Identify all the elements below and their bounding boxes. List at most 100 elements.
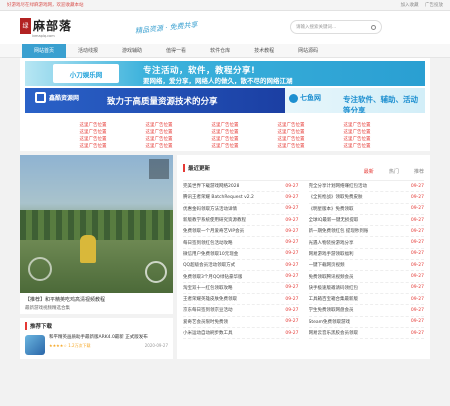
site-logo[interactable]: 绿 麻部落 lvmaplq.com: [20, 17, 80, 38]
ad-slot[interactable]: 这里广告位置: [324, 136, 390, 142]
list-item[interactable]: 工具箱百宝箱合集最新版 09-27: [308, 294, 424, 306]
news-item-title[interactable]: 网易游戏手游领取福利: [309, 251, 354, 257]
banner-qiyu[interactable]: 七鱼网 专注软件、辅助、活动等分享: [285, 88, 425, 113]
news-item-title[interactable]: 微信用户免费领取10元现金: [183, 251, 238, 257]
news-item-title[interactable]: 一键下载网页视频: [309, 262, 345, 268]
ad-slot[interactable]: 这里广告位置: [258, 122, 324, 128]
news-item-title[interactable]: 爱奇艺会员限时免费领: [183, 319, 228, 325]
search-icon[interactable]: [371, 24, 376, 30]
list-item[interactable]: 全球IQ最新一键无损提取 09-27: [308, 215, 424, 227]
ad-slot[interactable]: 这里广告位置: [192, 143, 258, 149]
news-item-title[interactable]: 京东每日签到领京豆活动: [183, 307, 233, 313]
list-item[interactable]: 京东每日签到领京豆活动 09-27: [183, 305, 299, 317]
news-item-title[interactable]: 新一期免费领红包 提现秒到账: [309, 228, 369, 234]
list-item[interactable]: Steam免费领取游戏 09-27: [308, 317, 424, 328]
list-item[interactable]: 新版教学系统使用研究资源教程 09-27: [183, 215, 299, 227]
ad-slot[interactable]: 这里广告位置: [192, 136, 258, 142]
game-video[interactable]: [20, 155, 173, 293]
tab-latest[interactable]: 最新: [364, 169, 374, 175]
news-item-title[interactable]: 淘宝双十一红包领取攻略: [183, 285, 233, 291]
news-item-title[interactable]: 快手极速版邀请码领红包: [309, 285, 359, 291]
video-caption[interactable]: 【推荐】和平精英吃鸡高清视频教程: [25, 296, 168, 303]
ad-slot[interactable]: 这里广告位置: [126, 122, 192, 128]
search-input[interactable]: 请输入搜索关键词...: [290, 20, 382, 34]
news-item-title[interactable]: 免费领取3个月QQ绿钻豪华版: [183, 274, 242, 280]
ad-slot[interactable]: 这里广告位置: [126, 143, 192, 149]
list-item[interactable]: 爱奇艺会员限时免费领 09-27: [183, 317, 299, 328]
ad-slot[interactable]: 这里广告位置: [192, 129, 258, 135]
list-item[interactable]: 免费领取腾讯视频会员 09-27: [308, 271, 424, 283]
ad-link[interactable]: 广告投放: [425, 3, 443, 8]
news-item-title[interactable]: 王者荣耀英雄皮肤免费领取: [183, 296, 237, 302]
banner-xinku[interactable]: 鑫酷资源网 致力于高质量资源技术的分享: [25, 88, 285, 113]
news-item-title[interactable]: QQ超级会员活动领取方式: [183, 262, 235, 268]
list-item[interactable]: 光遇人物装扮游戏分享 09-27: [308, 237, 424, 249]
news-item-title[interactable]: 光遇人物装扮游戏分享: [309, 240, 354, 246]
ad-slot[interactable]: 这里广告位置: [60, 136, 126, 142]
ad-slot[interactable]: 这里广告位置: [126, 136, 192, 142]
news-item-title[interactable]: 小米运动自动刷步数工具: [183, 330, 233, 336]
ad-slot[interactable]: 这里广告位置: [60, 143, 126, 149]
news-item-title[interactable]: 学生免费领取网盘会员: [309, 307, 354, 313]
ad-slot[interactable]: 这里广告位置: [324, 143, 390, 149]
nav-worth-seeing[interactable]: 值得一看: [154, 44, 198, 58]
ad-slot[interactable]: 这里广告位置: [258, 136, 324, 142]
news-item-title[interactable]: 新版教学系统使用研究资源教程: [183, 217, 246, 223]
tab-recommended[interactable]: 推荐: [414, 169, 424, 175]
list-item[interactable]: 一键下载网页视频 09-27: [308, 260, 424, 272]
list-item[interactable]: 优惠金码领取方法活动详情 09-27: [183, 204, 299, 215]
list-item[interactable]: 网易游戏手游领取福利 09-27: [308, 249, 424, 261]
ad-slot[interactable]: 这里广告位置: [192, 122, 258, 128]
ad-slot[interactable]: 这里广告位置: [60, 122, 126, 128]
news-item-title[interactable]: 完全分享计划网络赚红包活动: [309, 183, 368, 189]
nav-source-code[interactable]: 网站源码: [286, 44, 330, 58]
list-item[interactable]: 新一期免费领红包 提现秒到账 09-27: [308, 226, 424, 238]
list-item[interactable]: 免费领取一个月爱奇艺VIP会员 09-27: [183, 226, 299, 238]
news-item-title[interactable]: 网易云音乐黑胶会员领取: [309, 330, 359, 336]
list-item[interactable]: 网易云音乐黑胶会员领取 09-27: [308, 328, 424, 340]
list-item[interactable]: 完美世界下载游戏网络2028 09-27: [183, 181, 299, 193]
nav-software[interactable]: 软件仓库: [198, 44, 242, 58]
list-item[interactable]: 每日签到领红包活动攻略 09-27: [183, 237, 299, 249]
list-item[interactable]: 《明星版本》免费领取 09-27: [308, 204, 424, 215]
nav-tutorials[interactable]: 技术教程: [242, 44, 286, 58]
list-item[interactable]: 《全民枪战》领取免费皮肤 09-27: [308, 192, 424, 204]
ad-slot[interactable]: 这里广告位置: [126, 129, 192, 135]
news-item-date: 09-27: [410, 307, 424, 313]
ad-slot[interactable]: 这里广告位置: [60, 129, 126, 135]
news-item-title[interactable]: 优惠金码领取方法活动详情: [183, 206, 237, 212]
banner-xiaodao[interactable]: 小刀娱乐网 专注活动，软件，教程分享! 要网络，爱分享，网络人的做久，散不尽的网…: [25, 61, 425, 86]
news-item-date: 09-27: [410, 319, 424, 325]
list-item[interactable]: 淘宝双十一红包领取攻略 09-27: [183, 283, 299, 294]
list-item[interactable]: 微信用户免费领取10元现金 09-27: [183, 249, 299, 261]
add-favorite-link[interactable]: 加入收藏: [401, 3, 419, 8]
news-item-title[interactable]: 每日签到领红包活动攻略: [183, 240, 233, 246]
news-item-title[interactable]: 《明星版本》免费领取: [309, 206, 354, 212]
ad-slot[interactable]: 这里广告位置: [324, 122, 390, 128]
list-item[interactable]: 王者荣耀英雄皮肤免费领取 09-27: [183, 294, 299, 306]
list-item[interactable]: 腾讯王者荣耀 BatchRequest v2.2 09-27: [183, 192, 299, 204]
news-item-title[interactable]: 《全民枪战》领取免费皮肤: [309, 194, 363, 200]
recommend-item-name[interactable]: 和平精英画质助手最新版ARK4.0最新 正式版发布: [49, 335, 168, 341]
list-item[interactable]: 完全分享计划网络赚红包活动 09-27: [308, 181, 424, 193]
news-item-title[interactable]: 完美世界下载游戏网络2028: [183, 183, 239, 189]
news-item-title[interactable]: 全球IQ最新一键无损提取: [309, 217, 359, 223]
list-item[interactable]: 快手极速版邀请码领红包 09-27: [308, 283, 424, 294]
recommend-item[interactable]: 和平精英画质助手最新版ARK4.0最新 正式版发布 ★★★★☆ 1.2万次下载 …: [25, 335, 168, 355]
ad-slot[interactable]: 这里广告位置: [258, 143, 324, 149]
news-item-title[interactable]: 免费领取一个月爱奇艺VIP会员: [183, 228, 244, 234]
list-item[interactable]: QQ超级会员活动领取方式 09-27: [183, 260, 299, 272]
list-item[interactable]: 小米运动自动刷步数工具 09-27: [183, 328, 299, 340]
ad-slot[interactable]: 这里广告位置: [258, 129, 324, 135]
nav-activities[interactable]: 活动线报: [66, 44, 110, 58]
news-item-title[interactable]: 免费领取腾讯视频会员: [309, 274, 354, 280]
nav-game-aids[interactable]: 游戏辅助: [110, 44, 154, 58]
nav-home[interactable]: 网站首页: [22, 43, 67, 58]
list-item[interactable]: 学生免费领取网盘会员 09-27: [308, 305, 424, 317]
ad-slot[interactable]: 这里广告位置: [324, 129, 390, 135]
tab-hot[interactable]: 热门: [389, 169, 399, 175]
list-item[interactable]: 免费领取3个月QQ绿钻豪华版 09-27: [183, 271, 299, 283]
news-item-title[interactable]: 腾讯王者荣耀 BatchRequest v2.2: [183, 194, 254, 200]
news-item-title[interactable]: Steam免费领取游戏: [309, 319, 351, 325]
news-item-title[interactable]: 工具箱百宝箱合集最新版: [309, 296, 359, 302]
